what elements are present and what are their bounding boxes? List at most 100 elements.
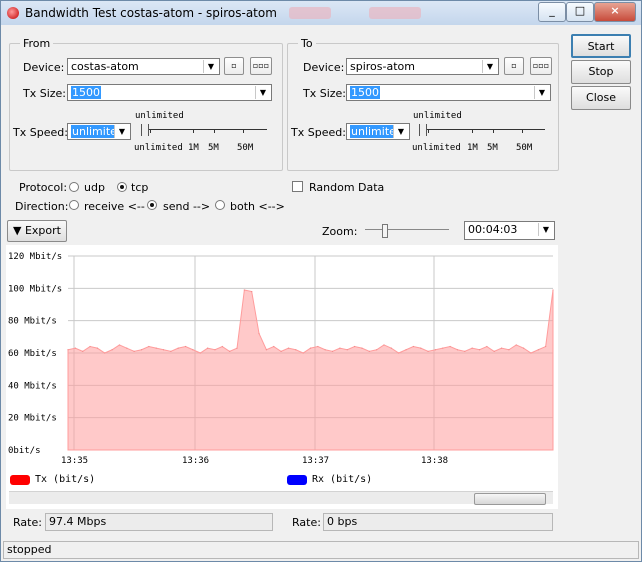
- y-tick-label: 40 Mbit/s: [8, 381, 57, 391]
- tx-data-point: [229, 350, 231, 352]
- tx-data-point: [126, 347, 128, 349]
- tx-data-point: [140, 349, 143, 351]
- tx-data-point: [471, 347, 473, 349]
- from-speed-track: [142, 129, 267, 130]
- tx-data-point: [184, 345, 187, 348]
- chart-scroll-thumb[interactable]: [474, 493, 546, 505]
- zoom-slider-track[interactable]: [365, 229, 449, 230]
- chevron-down-icon[interactable]: ▼: [482, 60, 497, 73]
- from-speed-tick: [193, 129, 194, 133]
- close-button[interactable]: Close: [571, 86, 631, 110]
- from-speed-slider-handle[interactable]: [141, 124, 149, 136]
- to-speed-tick-label: 50M: [516, 143, 533, 153]
- send-radio[interactable]: [147, 200, 157, 210]
- receive-label: receive <--: [84, 200, 145, 213]
- tx-data-point: [361, 347, 363, 349]
- tx-data-point: [287, 347, 290, 349]
- from-device-select[interactable]: costas-atom ▼: [67, 58, 220, 75]
- maximize-button[interactable]: □: [566, 2, 594, 22]
- tx-series-area: [67, 289, 554, 451]
- to-browse-button[interactable]: ▫: [504, 57, 524, 75]
- to-device-value: spiros-atom: [350, 60, 415, 73]
- tx-data-point: [515, 344, 517, 346]
- tx-data-point: [427, 350, 429, 352]
- tx-data-point: [177, 347, 179, 349]
- protocol-label: Protocol:: [19, 181, 68, 194]
- to-device-select[interactable]: spiros-atom ▼: [346, 58, 499, 75]
- receive-radio[interactable]: [69, 200, 79, 210]
- start-button[interactable]: Start: [571, 34, 631, 58]
- y-tick-label: 20 Mbit/s: [8, 414, 57, 424]
- tx-data-point: [368, 350, 370, 352]
- minimize-button[interactable]: _: [538, 2, 566, 22]
- tx-data-point: [456, 349, 459, 351]
- tx-data-point: [545, 345, 547, 348]
- x-tick-label: 13:38: [421, 456, 448, 466]
- zoom-slider-handle[interactable]: [382, 224, 388, 238]
- from-speed-tick-label: 50M: [237, 143, 254, 153]
- random-data-label: Random Data: [309, 181, 385, 194]
- tx-data-point: [500, 347, 503, 349]
- tx-data-point: [478, 349, 481, 351]
- chevron-down-icon[interactable]: ▼: [534, 86, 549, 99]
- from-tx-size-label: Tx Size:: [23, 87, 67, 100]
- status-bar: stopped: [3, 541, 639, 559]
- from-device-value: costas-atom: [71, 60, 139, 73]
- tx-data-point: [376, 349, 378, 351]
- to-speed-slider-handle[interactable]: [419, 124, 427, 136]
- from-speed-scale-top: unlimited: [135, 111, 184, 121]
- tx-data-point: [405, 349, 407, 351]
- tcp-radio[interactable]: [117, 182, 127, 192]
- from-legend: From: [20, 37, 54, 50]
- both-radio[interactable]: [215, 200, 225, 210]
- tx-data-point: [162, 349, 165, 351]
- to-tx-size-select[interactable]: 1500 ▼: [346, 84, 551, 101]
- right-rate-value: 0 bps: [323, 513, 553, 531]
- tx-data-point: [383, 344, 385, 346]
- from-browse-button[interactable]: ▫: [224, 57, 244, 75]
- random-data-checkbox[interactable]: [292, 181, 303, 192]
- tx-data-point: [273, 345, 275, 348]
- tx-data-point: [155, 347, 157, 349]
- bandwidth-chart: 120 Mbit/s 100 Mbit/s 80 Mbit/s 60 Mbit/s 40…: [6, 245, 558, 509]
- chart-horizontal-scrollbar[interactable]: [9, 491, 553, 505]
- from-more-button[interactable]: ▫▫▫: [250, 57, 272, 75]
- to-more-button[interactable]: ▫▫▫: [530, 57, 552, 75]
- to-speed-tick-label: unlimited: [412, 143, 461, 153]
- tx-data-point: [324, 349, 326, 351]
- from-speed-tick-label: 5M: [208, 143, 219, 153]
- zoom-select[interactable]: 00:04:03 ▼: [464, 221, 555, 240]
- rx-legend-swatch: [287, 475, 307, 485]
- from-speed-tick-label: unlimited: [134, 143, 183, 153]
- tx-data-point: [464, 350, 466, 352]
- chevron-down-icon[interactable]: ▼: [203, 60, 218, 73]
- to-legend: To: [298, 37, 316, 50]
- bandwidth-test-window: Bandwidth Test costas-atom - spiros-atom…: [0, 0, 642, 562]
- to-tx-speed-select[interactable]: unlimited ▼: [346, 123, 410, 140]
- tx-data-point: [449, 345, 451, 348]
- tx-data-point: [111, 349, 113, 351]
- stop-button[interactable]: Stop: [571, 60, 631, 84]
- caret-down-icon: ▼: [13, 224, 22, 237]
- from-tx-speed-label: Tx Speed:: [13, 126, 68, 139]
- udp-radio[interactable]: [69, 182, 79, 192]
- from-tx-size-select[interactable]: 1500 ▼: [67, 84, 272, 101]
- x-tick-label: 13:37: [302, 456, 329, 466]
- tx-data-point: [67, 349, 69, 351]
- export-button[interactable]: ▼ Export: [7, 220, 67, 242]
- chevron-down-icon[interactable]: ▼: [538, 223, 553, 236]
- direction-label: Direction:: [15, 200, 69, 213]
- from-tx-speed-select[interactable]: unlimited ▼: [67, 123, 131, 140]
- chevron-down-icon[interactable]: ▼: [393, 125, 408, 138]
- zoom-value: 00:04:03: [468, 223, 518, 236]
- to-tx-speed-label: Tx Speed:: [291, 126, 346, 139]
- chevron-down-icon[interactable]: ▼: [255, 86, 270, 99]
- y-tick-label: 80 Mbit/s: [8, 317, 57, 327]
- y-tick-label: 120 Mbit/s: [8, 252, 62, 262]
- window-close-button[interactable]: ×: [594, 2, 636, 22]
- tx-data-point: [118, 344, 121, 346]
- tx-data-point: [317, 345, 319, 348]
- from-device-label: Device:: [23, 61, 65, 74]
- chevron-down-icon[interactable]: ▼: [114, 125, 129, 138]
- tx-data-point: [530, 352, 532, 354]
